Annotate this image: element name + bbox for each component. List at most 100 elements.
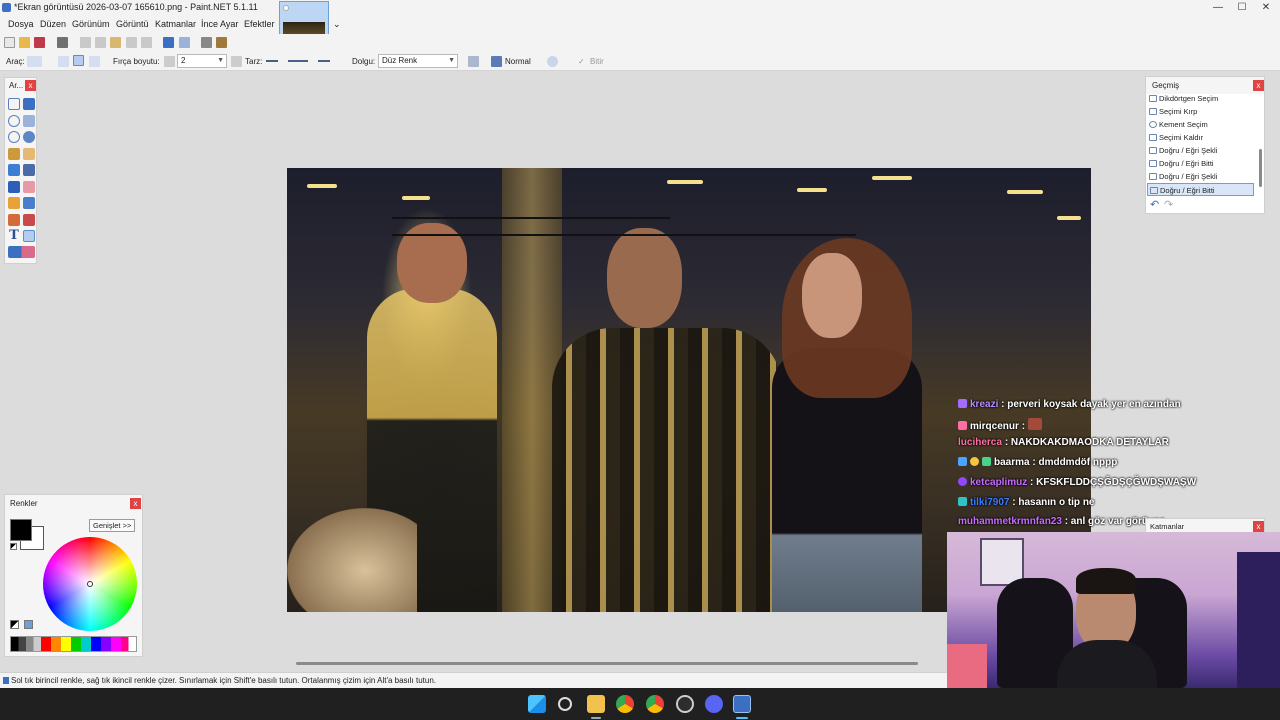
menu-ince-ayar[interactable]: İnce Ayar — [201, 19, 238, 29]
fill-mode-select[interactable]: Düz Renk ▼ — [378, 54, 458, 68]
draw-mode-normal-icon[interactable] — [58, 56, 69, 67]
tools-panel: Ar... x T — [4, 77, 37, 264]
menu-gorunum[interactable]: Görünüm — [72, 19, 110, 29]
blend-mode-icon[interactable] — [491, 56, 502, 67]
canvas-horizontal-scrollbar[interactable] — [296, 662, 918, 665]
history-item[interactable]: Kement Seçim — [1147, 118, 1254, 131]
brush-size-label: Fırça boyutu: — [113, 57, 160, 66]
start-cap-style-icon[interactable] — [266, 60, 278, 62]
color-wheel-cursor[interactable] — [87, 581, 93, 587]
reset-colors-icon[interactable] — [10, 543, 17, 550]
canvas-face-right — [802, 253, 862, 338]
cut-icon[interactable] — [80, 37, 91, 48]
draw-mode-antialias-icon[interactable] — [73, 55, 84, 66]
blend-mode-value[interactable]: Normal — [505, 57, 531, 66]
history-item-selected[interactable]: Doğru / Eğri Bitti — [1147, 183, 1254, 196]
line-curve-icon — [1150, 187, 1158, 194]
eraser-tool-icon[interactable] — [23, 181, 35, 193]
colors-panel-close-button[interactable]: x — [130, 498, 141, 509]
menu-duzen[interactable]: Düzen — [40, 19, 66, 29]
open-file-icon[interactable] — [19, 37, 30, 48]
history-item[interactable]: Dikdörtgen Seçim — [1147, 92, 1254, 105]
text-tool-icon[interactable]: T — [8, 229, 20, 242]
chat-message: ketcaplimuz : KFSKFLDDÇŞĞDŞÇĞWDŞWAŞW — [958, 477, 1196, 488]
paint-bucket-tool-icon[interactable] — [8, 164, 20, 176]
dash-style-icon[interactable] — [288, 60, 308, 62]
undo-icon[interactable] — [163, 37, 174, 48]
palette-toggle-icon[interactable] — [10, 620, 19, 629]
brush-size-input[interactable]: 2 ▼ — [177, 54, 227, 68]
antialiasing-icon[interactable] — [468, 56, 479, 67]
pencil-tool-icon[interactable] — [8, 197, 20, 209]
brush-size-increase-icon[interactable] — [231, 56, 242, 67]
history-item[interactable]: Seçimi Kaldır — [1147, 131, 1254, 144]
pan-tool-icon[interactable] — [23, 148, 35, 160]
magic-wand-tool-icon[interactable] — [8, 148, 20, 160]
deselect-icon[interactable] — [141, 37, 152, 48]
chrome-icon[interactable] — [646, 695, 664, 713]
minimize-button[interactable]: — — [1206, 1, 1230, 15]
brush-size-decrease-icon[interactable] — [164, 56, 175, 67]
palette-menu-icon[interactable] — [24, 620, 33, 629]
draw-mode-shape-icon[interactable] — [89, 56, 100, 67]
ellipse-select-tool-icon[interactable] — [8, 131, 20, 143]
primary-color-swatch[interactable] — [10, 519, 32, 541]
close-window-button[interactable]: ✕ — [1254, 1, 1278, 15]
paintnet-taskbar-icon[interactable] — [733, 695, 751, 713]
history-panel-close-button[interactable]: x — [1253, 80, 1264, 91]
windows-start-icon[interactable] — [528, 695, 546, 713]
zoom-tool-icon[interactable] — [23, 131, 35, 143]
color-palette[interactable] — [10, 636, 137, 652]
layers-panel-close-button[interactable]: x — [1253, 521, 1264, 532]
tool-chooser-icon[interactable] — [27, 56, 42, 67]
tools-panel-close-button[interactable]: x — [25, 80, 36, 91]
end-cap-style-icon[interactable] — [318, 60, 330, 62]
clone-stamp-tool-icon[interactable] — [8, 214, 20, 226]
menu-efektler[interactable]: Efektler — [244, 19, 275, 29]
expand-colors-button[interactable]: Genişlet >> — [89, 519, 136, 532]
paintbrush-tool-icon[interactable] — [8, 181, 20, 193]
paste-icon[interactable] — [110, 37, 121, 48]
redo-icon[interactable] — [179, 37, 190, 48]
chrome-icon[interactable] — [616, 695, 634, 713]
obs-icon[interactable] — [676, 695, 694, 713]
move-selection-tool-icon[interactable] — [23, 115, 35, 127]
move-selected-pixels-tool-icon[interactable] — [23, 98, 35, 110]
history-item[interactable]: Seçimi Kırp — [1147, 105, 1254, 118]
finish-check-icon[interactable]: ✓ — [578, 57, 585, 66]
chat-message: luciherса : NAKDKAKDMAODKA DETAYLAR — [958, 437, 1169, 448]
print-icon[interactable] — [57, 37, 68, 48]
history-item[interactable]: Doğru / Eğri Şekli — [1147, 144, 1254, 157]
history-scrollbar[interactable] — [1259, 149, 1262, 187]
rectangle-select-icon — [1149, 95, 1157, 102]
line-curve-tool-icon[interactable] — [23, 230, 35, 242]
save-icon[interactable] — [34, 37, 45, 48]
history-redo-button[interactable]: ↷ — [1164, 198, 1173, 211]
history-undo-button[interactable]: ↶ — [1150, 198, 1159, 211]
history-item[interactable]: Doğru / Eğri Bitti — [1147, 157, 1254, 170]
drawn-line-1[interactable] — [392, 217, 670, 219]
color-picker-tool-icon[interactable] — [23, 197, 35, 209]
selection-clipping-icon[interactable] — [547, 56, 558, 67]
gradient-tool-icon[interactable] — [23, 164, 35, 176]
search-icon[interactable] — [558, 697, 572, 711]
discord-icon[interactable] — [705, 695, 723, 713]
rectangle-select-tool-icon[interactable] — [8, 98, 20, 110]
ruler-icon[interactable] — [216, 37, 227, 48]
history-item[interactable]: Doğru / Eğri Şekli — [1147, 170, 1254, 183]
menu-katmanlar[interactable]: Katmanlar — [155, 19, 196, 29]
recolor-tool-icon[interactable] — [23, 214, 35, 226]
menu-goruntu[interactable]: Görüntü — [116, 19, 149, 29]
drawn-line-2[interactable] — [392, 234, 856, 236]
new-file-icon[interactable] — [4, 37, 15, 48]
finish-button[interactable]: Bitir — [590, 57, 604, 66]
shapes-tool-icon[interactable] — [8, 246, 35, 258]
menu-dosya[interactable]: Dosya — [8, 19, 34, 29]
tab-list-dropdown[interactable]: ⌄ — [333, 19, 341, 30]
file-explorer-icon[interactable] — [587, 695, 605, 713]
crop-to-selection-icon[interactable] — [126, 37, 137, 48]
maximize-button[interactable]: ☐ — [1230, 1, 1254, 15]
grid-icon[interactable] — [201, 37, 212, 48]
lasso-select-tool-icon[interactable] — [8, 115, 20, 127]
copy-icon[interactable] — [95, 37, 106, 48]
